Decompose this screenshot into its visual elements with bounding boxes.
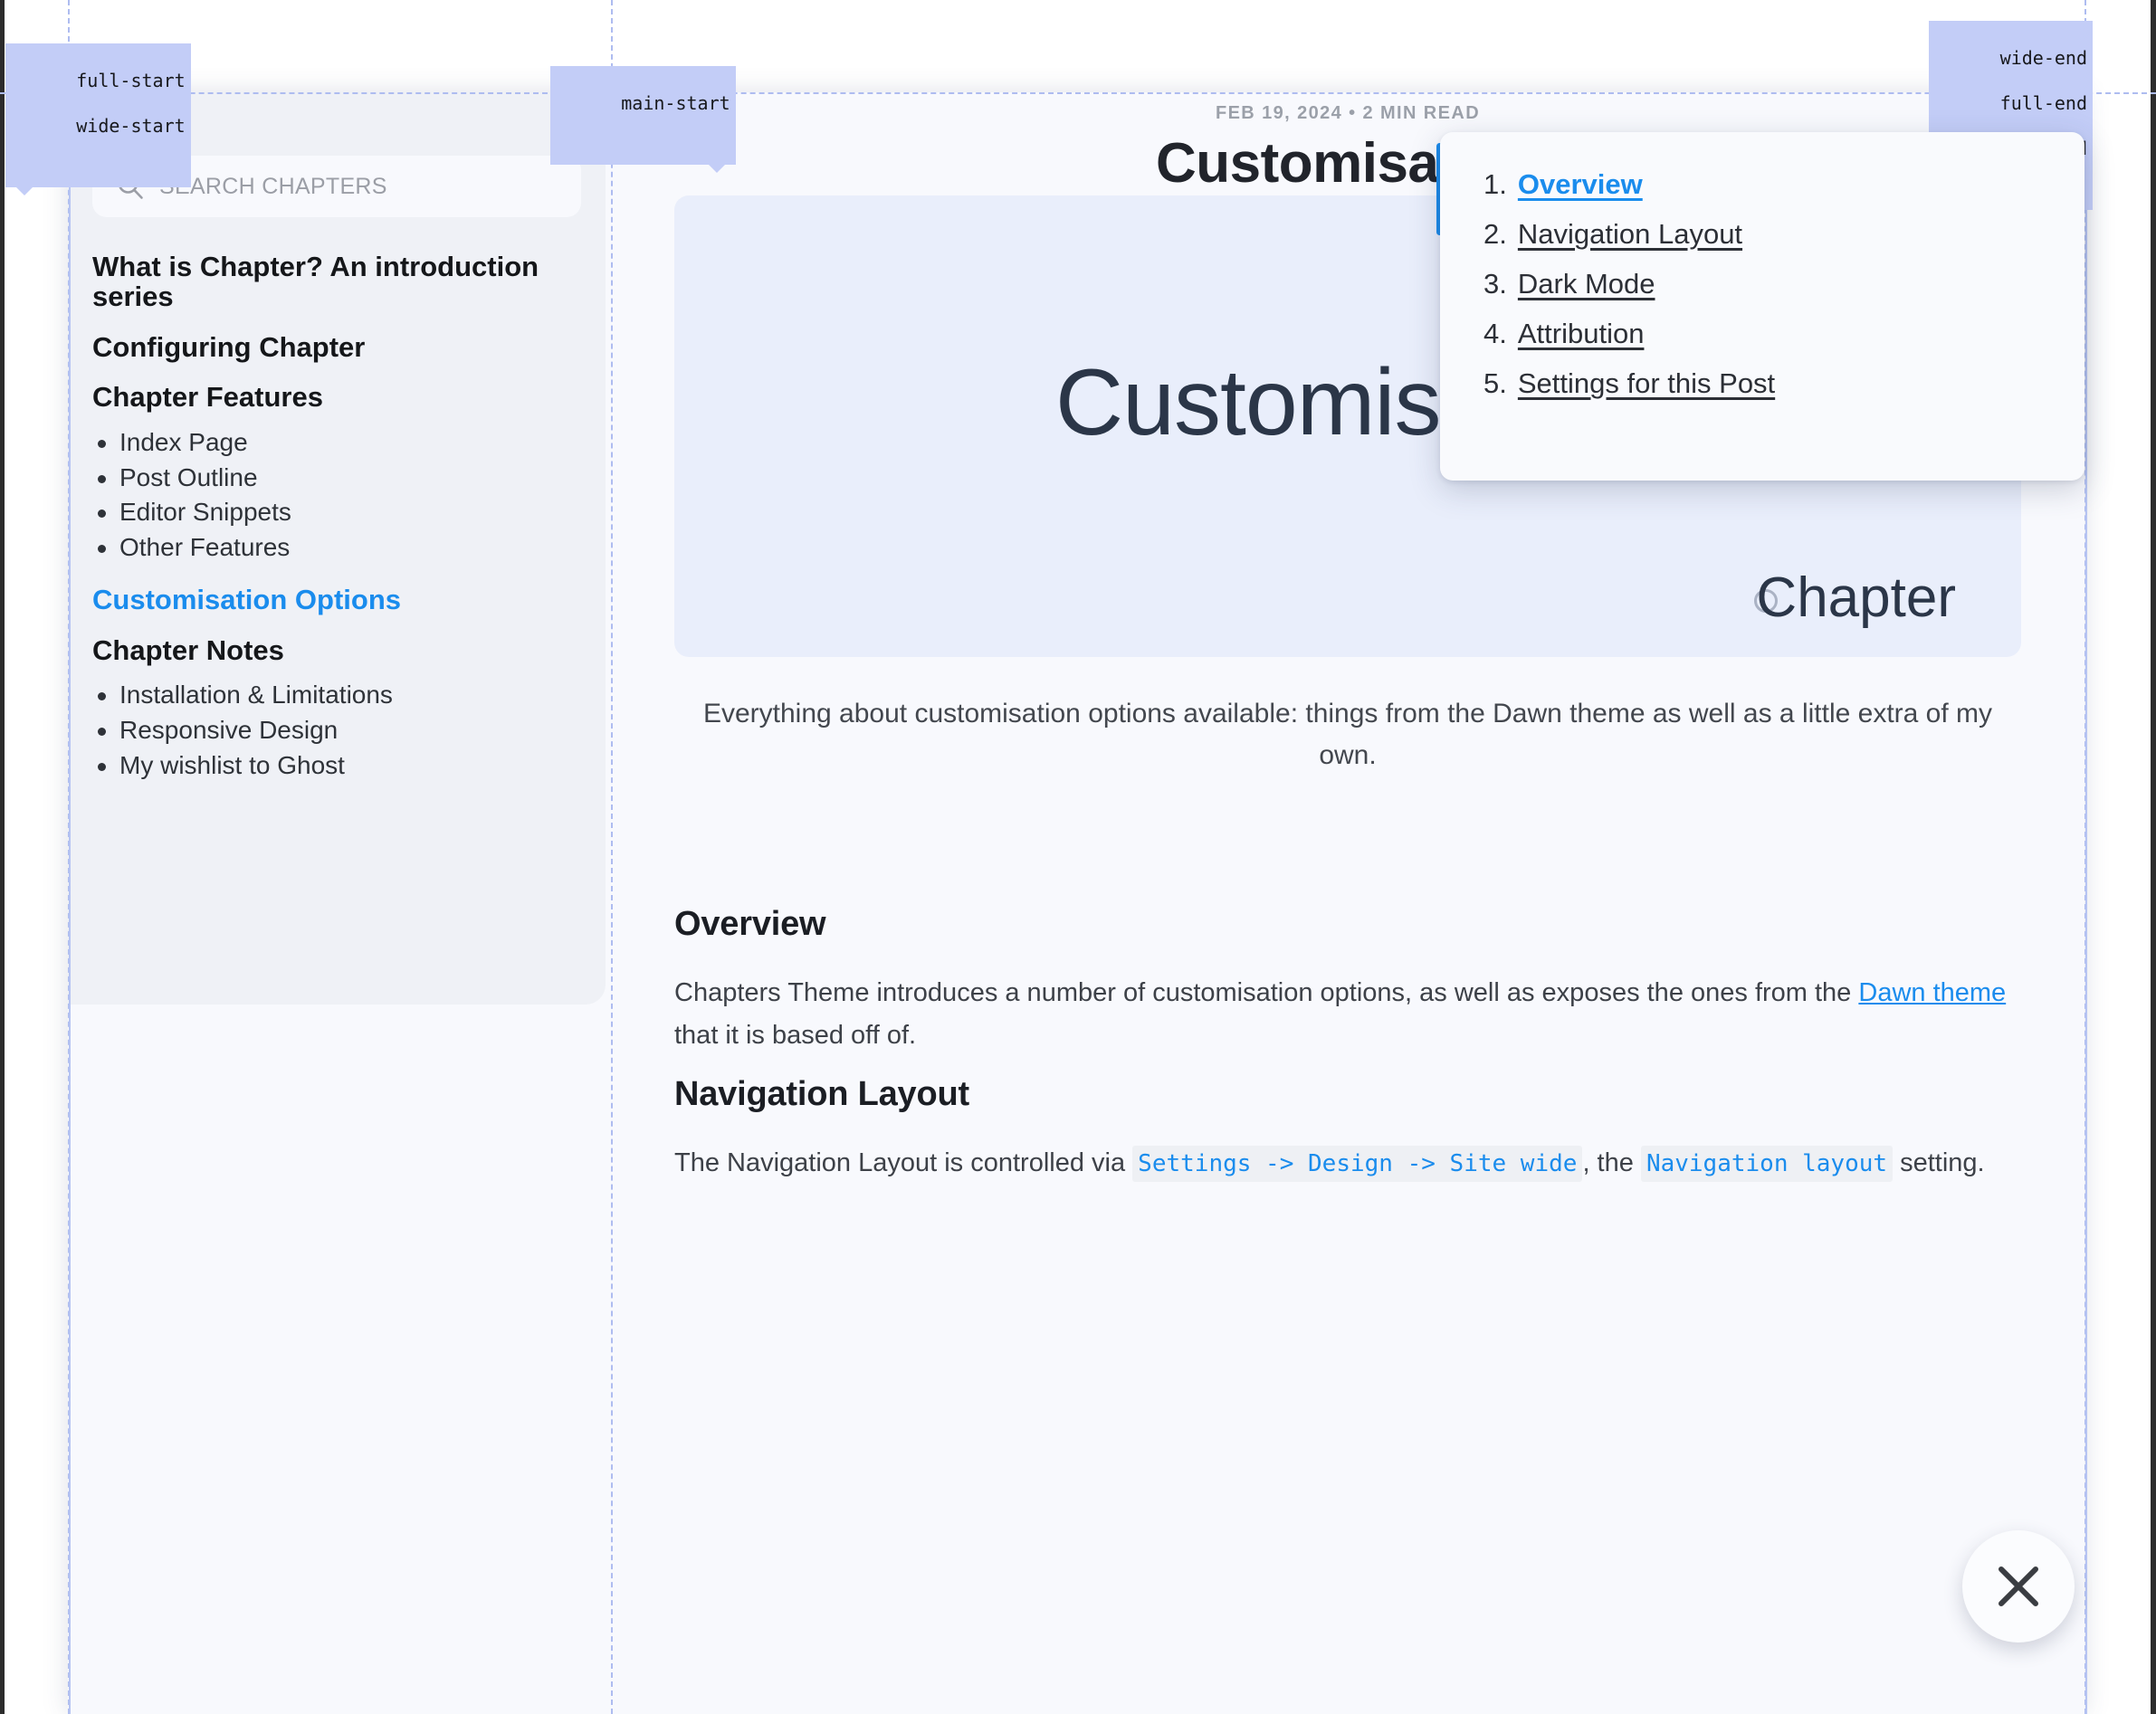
nav-text-1: The Navigation Layout is controlled via bbox=[674, 1148, 1133, 1177]
sidebar-subitem-editor-snippets[interactable]: Editor Snippets bbox=[92, 495, 599, 530]
post-outline-list: Overview Navigation Layout Dark Mode Att… bbox=[1483, 170, 2041, 397]
overview-text-2: that it is based off of. bbox=[674, 1020, 917, 1050]
grid-label-line-1: wide-end bbox=[1999, 47, 2087, 69]
chapters-sidebar: SEARCH CHAPTERS What is Chapter? An intr… bbox=[68, 92, 606, 1005]
gridline-full-end bbox=[2084, 0, 2087, 1714]
sidebar-item-customisation-options[interactable]: Customisation Options bbox=[92, 585, 599, 615]
sidebar-subitem-installation-limitations[interactable]: Installation & Limitations bbox=[92, 678, 599, 713]
toc-item-dark-mode[interactable]: Dark Mode bbox=[1483, 270, 2041, 298]
code-settings-design-sitewide: Settings -> Design -> Site wide bbox=[1132, 1146, 1583, 1182]
toc-item-overview[interactable]: Overview bbox=[1483, 170, 2041, 198]
sidebar-subitem-responsive-design[interactable]: Responsive Design bbox=[92, 713, 599, 748]
browser-viewport: SEARCH CHAPTERS What is Chapter? An intr… bbox=[0, 0, 2156, 1714]
sidebar-subitem-wishlist-to-ghost[interactable]: My wishlist to Ghost bbox=[92, 748, 599, 784]
grid-label-line-1: full-start bbox=[76, 70, 186, 91]
nav-text-2: , the bbox=[1582, 1148, 1641, 1177]
sidebar-item-chapter-features[interactable]: Chapter Features bbox=[92, 382, 599, 413]
sidebar-item-chapter-notes[interactable]: Chapter Notes bbox=[92, 634, 599, 665]
chapter-features-sublist: Index Page Post Outline Editor Snippets … bbox=[92, 425, 599, 566]
toc-link-overview[interactable]: Overview bbox=[1518, 170, 1643, 198]
toc-link-settings-for-this-post[interactable]: Settings for this Post bbox=[1518, 369, 1775, 397]
chapter-nav: What is Chapter? An introduction series … bbox=[92, 252, 599, 803]
sidebar-subitem-index-page[interactable]: Index Page bbox=[92, 425, 599, 461]
dawn-theme-link[interactable]: Dawn theme bbox=[1858, 978, 2006, 1007]
paragraph-navigation-layout: The Navigation Layout is controlled via … bbox=[674, 1142, 2021, 1185]
search-placeholder: SEARCH CHAPTERS bbox=[159, 173, 387, 199]
sidebar-subitem-post-outline[interactable]: Post Outline bbox=[92, 461, 599, 496]
toc-link-navigation-layout[interactable]: Navigation Layout bbox=[1518, 220, 1742, 248]
toc-item-navigation-layout[interactable]: Navigation Layout bbox=[1483, 220, 2041, 248]
sidebar-item-configuring-chapter[interactable]: Configuring Chapter bbox=[92, 331, 599, 362]
chapter-notes-sublist: Installation & Limitations Responsive De… bbox=[92, 678, 599, 783]
sidebar-subitem-other-features[interactable]: Other Features bbox=[92, 530, 599, 566]
post-meta: FEB 19, 2024 • 2 MIN READ bbox=[1215, 103, 1481, 123]
close-button[interactable] bbox=[1962, 1530, 2075, 1643]
code-navigation-layout: Navigation layout bbox=[1640, 1146, 1894, 1182]
window-edge-right bbox=[2151, 0, 2156, 1714]
close-icon bbox=[1994, 1562, 2043, 1611]
toc-item-attribution[interactable]: Attribution bbox=[1483, 319, 2041, 348]
post-outline-popup: Overview Navigation Layout Dark Mode Att… bbox=[1440, 132, 2084, 481]
post-excerpt: Everything about customisation options a… bbox=[702, 699, 1993, 771]
window-edge-left bbox=[0, 0, 5, 1714]
toc-link-attribution[interactable]: Attribution bbox=[1518, 319, 1645, 348]
chapter-logo: Chapter bbox=[1754, 566, 1956, 630]
grid-label-arrow bbox=[16, 187, 33, 195]
heading-navigation-layout: Navigation Layout bbox=[674, 1075, 969, 1113]
nav-text-3: setting. bbox=[1893, 1148, 1985, 1177]
overview-text-1: Chapters Theme introduces a number of cu… bbox=[674, 978, 1859, 1007]
search-icon bbox=[116, 172, 145, 201]
paragraph-overview: Chapters Theme introduces a number of cu… bbox=[674, 972, 2021, 1057]
toc-item-settings-for-this-post[interactable]: Settings for this Post bbox=[1483, 369, 2041, 397]
chapter-logo-label: Chapter bbox=[1756, 567, 1956, 629]
toc-link-dark-mode[interactable]: Dark Mode bbox=[1518, 270, 1655, 298]
search-input[interactable]: SEARCH CHAPTERS bbox=[92, 156, 581, 217]
heading-overview: Overview bbox=[674, 905, 826, 943]
sidebar-item-intro-series[interactable]: What is Chapter? An introduction series bbox=[92, 252, 599, 312]
